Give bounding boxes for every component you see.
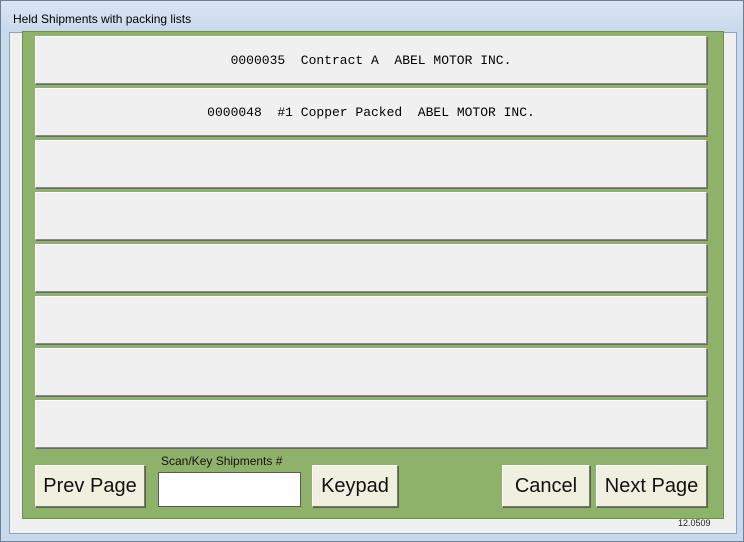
shipment-row[interactable] [35, 296, 707, 344]
shipment-row[interactable] [35, 348, 707, 396]
version-label: 12.0509 [678, 518, 711, 528]
prev-page-button[interactable]: Prev Page [35, 465, 145, 507]
cancel-button[interactable]: Cancel [502, 465, 590, 507]
shipment-row[interactable] [35, 140, 707, 188]
shipments-panel: 0000035 Contract A ABEL MOTOR INC. 00000… [22, 31, 724, 519]
scan-label: Scan/Key Shipments # [161, 454, 283, 468]
shipment-row[interactable] [35, 192, 707, 240]
window-title: Held Shipments with packing lists [13, 12, 192, 26]
next-page-button[interactable]: Next Page [596, 465, 707, 507]
shipment-row[interactable]: 0000035 Contract A ABEL MOTOR INC. [35, 36, 707, 84]
scan-input[interactable] [158, 472, 301, 507]
shipment-row[interactable] [35, 400, 707, 448]
shipment-row[interactable]: 0000048 #1 Copper Packed ABEL MOTOR INC. [35, 88, 707, 136]
keypad-button[interactable]: Keypad [312, 465, 398, 507]
shipment-row[interactable] [35, 244, 707, 292]
